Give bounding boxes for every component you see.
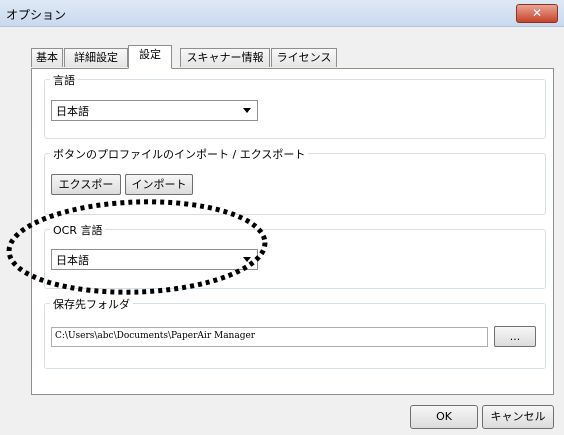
dotted-ellipse-highlight xyxy=(6,199,268,295)
tab-settings[interactable]: 設定 xyxy=(128,45,172,69)
highlight-annotation xyxy=(6,199,268,295)
